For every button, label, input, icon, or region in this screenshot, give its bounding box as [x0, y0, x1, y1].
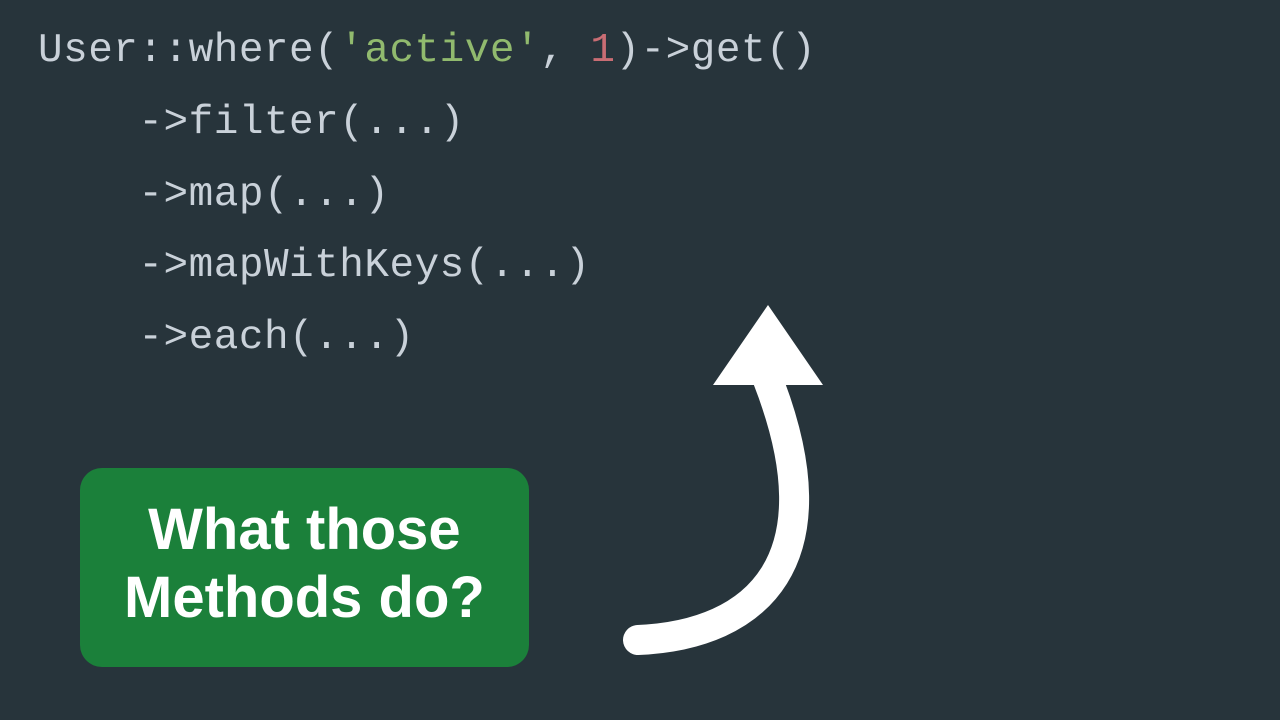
callout-box: What those Methods do? — [80, 468, 529, 667]
code-line: ->filter(...) — [138, 100, 464, 146]
callout-line: Methods do? — [124, 564, 485, 632]
callout-line: What those — [124, 496, 485, 564]
code-indent — [38, 315, 138, 361]
code-indent — [38, 100, 138, 146]
code-indent — [38, 172, 138, 218]
code-token: , — [540, 28, 590, 74]
code-line: ->mapWithKeys(...) — [138, 243, 590, 289]
code-indent — [38, 243, 138, 289]
code-token: User::where( — [38, 28, 339, 74]
code-block: User::where('active', 1)->get() ->filter… — [38, 16, 816, 375]
code-number: 1 — [590, 28, 615, 74]
code-line: ->each(...) — [138, 315, 414, 361]
code-line: ->map(...) — [138, 172, 389, 218]
code-string: 'active' — [339, 28, 540, 74]
code-token: )->get() — [615, 28, 816, 74]
